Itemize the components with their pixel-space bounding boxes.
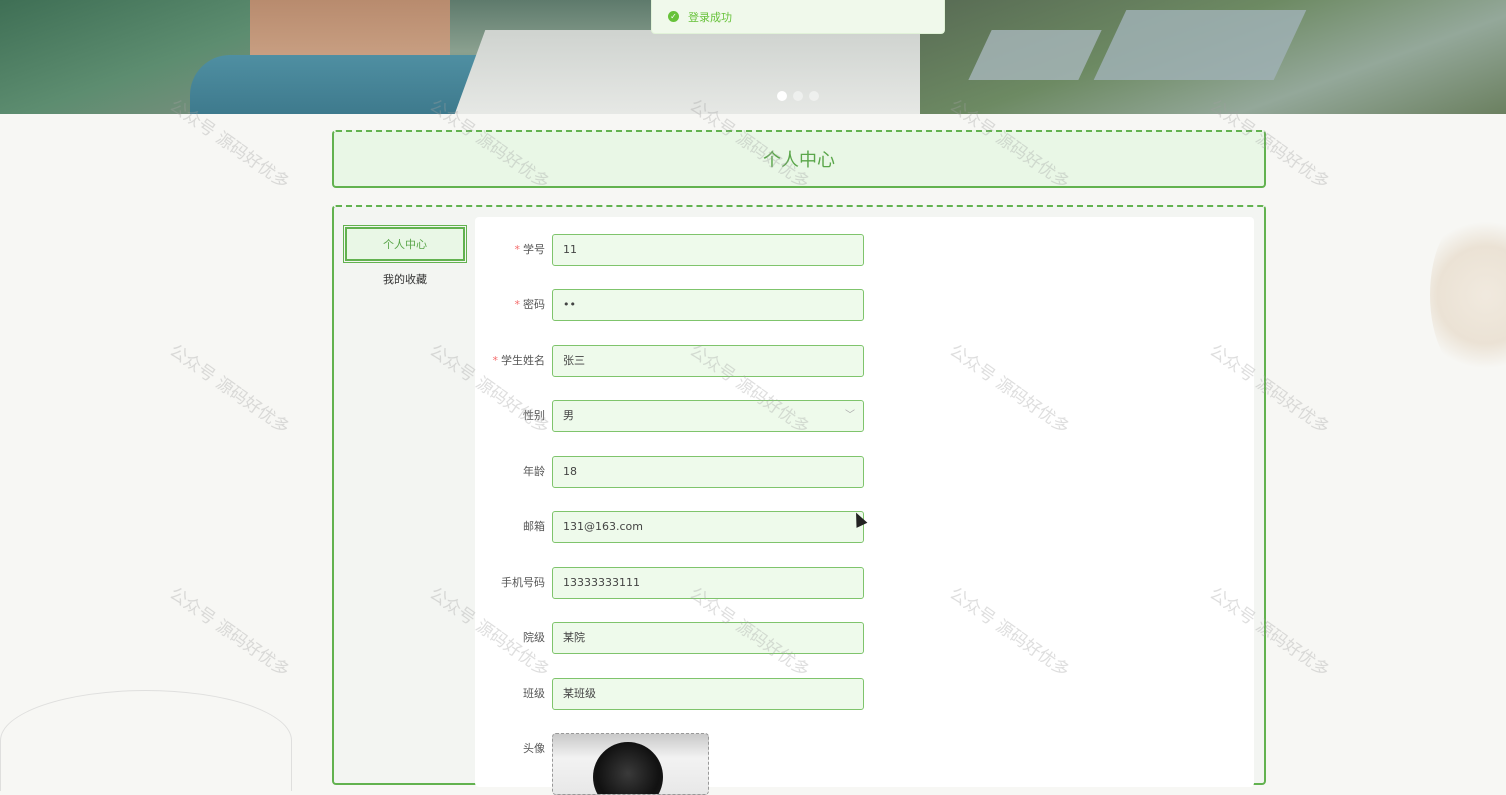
watermark: 公众号 源码好优多 bbox=[165, 583, 293, 682]
gender-select[interactable]: 男 ﹀ bbox=[552, 400, 864, 432]
menu-item-favorites[interactable]: 我的收藏 bbox=[345, 269, 465, 289]
banner-building bbox=[250, 0, 450, 60]
toast-message: 登录成功 bbox=[688, 10, 732, 24]
email-input[interactable]: 131@163.com bbox=[552, 511, 864, 543]
watermark: 公众号 源码好优多 bbox=[165, 340, 293, 439]
required-mark: * bbox=[514, 298, 521, 311]
student-name-input[interactable]: 张三 bbox=[552, 345, 864, 377]
field-label: 班级 bbox=[523, 687, 545, 700]
class-input[interactable]: 某班级 bbox=[552, 678, 864, 710]
profile-form: * 学号 11 * 密码 •• * 学生姓名 张三 性别 男 ﹀ 年龄 18 邮箱 1… bbox=[475, 217, 1254, 795]
password-input[interactable]: •• bbox=[552, 289, 864, 321]
college-input[interactable]: 某院 bbox=[552, 622, 864, 654]
form-row: 院级 某院 bbox=[475, 622, 1254, 654]
student-id-input[interactable]: 11 bbox=[552, 234, 864, 266]
check-circle-icon: ✓ bbox=[668, 11, 679, 22]
form-row: * 学生姓名 张三 bbox=[475, 345, 1254, 377]
flower-decoration bbox=[1430, 215, 1506, 375]
field-label: * 学号 bbox=[514, 243, 546, 256]
chevron-down-icon: ﹀ bbox=[845, 410, 855, 421]
field-label: 性别 bbox=[523, 409, 545, 422]
carousel-dot[interactable] bbox=[777, 91, 787, 101]
field-label: * 学生姓名 bbox=[492, 354, 546, 367]
form-row: 班级 某班级 bbox=[475, 678, 1254, 710]
required-mark: * bbox=[514, 243, 521, 256]
form-row: * 学号 11 bbox=[475, 234, 1254, 266]
field-label: * 密码 bbox=[514, 298, 546, 311]
banner-plaza bbox=[454, 30, 966, 114]
avatar-upload[interactable] bbox=[552, 733, 709, 795]
gender-value: 男 bbox=[563, 409, 574, 422]
banner-rooftops bbox=[968, 30, 1102, 80]
phone-input[interactable]: 13333333111 bbox=[552, 567, 864, 599]
form-row: 手机号码 13333333111 bbox=[475, 567, 1254, 599]
profile-container: 个人中心 我的收藏 * 学号 11 * 密码 •• * 学生姓名 张三 性别 男 ﹀ … bbox=[332, 205, 1266, 795]
page-title-box: 个人中心 bbox=[332, 130, 1266, 188]
flower-decoration bbox=[0, 690, 292, 791]
form-row: * 密码 •• bbox=[475, 289, 1254, 321]
form-row: 头像 bbox=[475, 733, 1254, 795]
field-label: 头像 bbox=[523, 742, 545, 755]
carousel-dot[interactable] bbox=[793, 91, 803, 101]
carousel-dot[interactable] bbox=[809, 91, 819, 101]
field-label: 邮箱 bbox=[523, 520, 545, 533]
field-label: 院级 bbox=[523, 631, 545, 644]
field-label: 年龄 bbox=[523, 465, 545, 478]
banner-rooftops bbox=[1093, 10, 1307, 80]
form-row: 年龄 18 bbox=[475, 456, 1254, 488]
page-title: 个人中心 bbox=[763, 150, 835, 171]
age-input[interactable]: 18 bbox=[552, 456, 864, 488]
carousel-indicators bbox=[777, 91, 819, 101]
required-mark: * bbox=[492, 354, 499, 367]
form-row: 性别 男 ﹀ bbox=[475, 400, 1254, 432]
success-toast: ✓ 登录成功 bbox=[651, 0, 945, 34]
menu-item-profile[interactable]: 个人中心 bbox=[343, 225, 467, 263]
field-label: 手机号码 bbox=[501, 576, 545, 589]
